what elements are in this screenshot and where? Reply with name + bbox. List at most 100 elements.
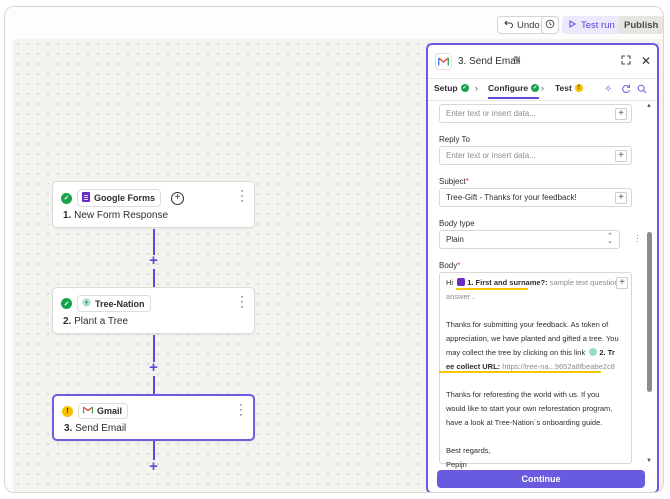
gmail-icon: [435, 53, 452, 70]
scrollbar-thumb[interactable]: [647, 232, 652, 392]
data-pill-value: sample text question: [549, 278, 619, 287]
body-field[interactable]: Hi 1. First and surname?: sample text qu…: [439, 272, 632, 469]
workflow-step-gmail[interactable]: ! Gmail 3. Send Email · · ·: [52, 394, 255, 441]
data-pill-label[interactable]: 1. First and surname?:: [467, 278, 547, 287]
data-pill-value-cont: answer: [446, 292, 471, 301]
panel-tabs: Setup ✓ › Configure ✓ › Test ! ✧: [428, 79, 657, 101]
scroll-up-arrow[interactable]: ▲: [646, 103, 652, 109]
scroll-down-arrow[interactable]: ▼: [646, 458, 652, 464]
check-icon: ✓: [531, 84, 540, 92]
google-forms-icon: [457, 278, 466, 286]
publish-button[interactable]: Publish: [618, 16, 663, 34]
tab-label: Test: [555, 83, 572, 93]
connector-line: [153, 269, 155, 287]
pencil-icon[interactable]: ✎: [513, 55, 521, 66]
add-step-button[interactable]: +: [147, 253, 160, 268]
body-line: would like to start your own reforestati…: [446, 404, 613, 413]
field-placeholder: Enter text or insert data...: [446, 151, 536, 160]
body-line: have a look at Tree-Nation´s onboarding …: [446, 418, 603, 427]
workflow-step-google-forms[interactable]: ✓ Google Forms + 1. New Form Response · ·…: [52, 181, 255, 228]
warning-icon: !: [574, 84, 583, 92]
more-icon[interactable]: · · ·: [240, 290, 244, 312]
tab-label: Setup: [434, 83, 458, 93]
body-line: may collect the tree by clicking on this…: [446, 348, 586, 357]
connector-line: [153, 335, 155, 362]
app-chip: Google Forms: [77, 189, 162, 207]
body-line: Best regards,: [446, 446, 491, 455]
app-name: Gmail: [97, 406, 123, 416]
tab-configure[interactable]: Configure ✓: [488, 83, 540, 99]
google-forms-icon: [82, 192, 90, 204]
body-type-select[interactable]: Plain ⌃ ⌄: [439, 230, 620, 249]
plus-icon[interactable]: +: [171, 191, 185, 205]
body-type-label: Body type: [439, 219, 475, 228]
subject-label-text: Subject: [439, 177, 466, 186]
highlight-underline: [456, 288, 528, 290]
subject-label: Subject*: [439, 177, 469, 186]
body-type-value: Plain: [446, 235, 464, 244]
tree-nation-icon: [589, 348, 598, 356]
app-chip: Tree-Nation: [77, 295, 151, 312]
tree-nation-icon: [82, 298, 91, 309]
plus-icon[interactable]: +: [616, 277, 628, 289]
publish-label: Publish: [624, 19, 659, 31]
tab-test[interactable]: Test !: [555, 83, 583, 93]
step-name: New Form Response: [74, 210, 169, 221]
more-icon[interactable]: · · ·: [239, 398, 243, 420]
add-step-button[interactable]: +: [147, 459, 160, 474]
tab-setup[interactable]: Setup ✓: [434, 83, 469, 93]
sparkle-icon[interactable]: ✧: [604, 84, 612, 95]
highlight-underline: [439, 371, 601, 373]
test-run-label: Test run: [581, 19, 615, 31]
step-number: 2.: [63, 316, 72, 327]
panel-title: 3. Send Email: [458, 56, 521, 67]
plus-icon[interactable]: +: [615, 108, 627, 120]
panel-body: Enter text or insert data... + Reply To …: [428, 102, 657, 492]
email-field[interactable]: Enter text or insert data... +: [439, 104, 632, 123]
body-greeting: Hi: [446, 278, 454, 287]
test-run-button[interactable]: Test run: [562, 16, 622, 34]
tab-label: Configure: [488, 83, 529, 93]
app-name: Google Forms: [94, 193, 156, 203]
select-arrows-icon: ⌃ ⌄: [607, 233, 613, 245]
body-label: Body*: [439, 261, 461, 270]
chevron-right-icon: ›: [541, 83, 544, 93]
refresh-icon[interactable]: [621, 84, 631, 97]
more-icon[interactable]: · · ·: [240, 184, 244, 206]
subject-value: Tree-Gift - Thanks for your feedback!: [446, 193, 577, 202]
search-icon[interactable]: [637, 84, 647, 97]
step-title: 3. Send Email: [64, 423, 126, 434]
data-pill-label[interactable]: 2. Tr: [599, 348, 614, 357]
undo-icon: [504, 20, 513, 31]
history-button[interactable]: [541, 16, 559, 34]
gmail-icon: [82, 406, 94, 416]
field-placeholder: Enter text or insert data...: [446, 109, 536, 118]
expand-icon[interactable]: [621, 55, 631, 68]
app-chip: Gmail: [78, 403, 129, 419]
data-pill-value: https://tree-na...9652a8fbeabe2c8: [502, 362, 615, 371]
step-number: 3.: [64, 423, 73, 434]
step-name: Plant a Tree: [74, 316, 129, 327]
check-icon: ✓: [460, 84, 469, 92]
close-icon[interactable]: ✕: [641, 54, 651, 68]
step-title: 2. Plant a Tree: [63, 316, 128, 327]
app-name: Tree-Nation: [95, 298, 145, 309]
step-title: 1. New Form Response: [63, 210, 168, 221]
check-icon: ✓: [61, 298, 72, 309]
workflow-step-tree-nation[interactable]: ✓ Tree-Nation 2. Plant a Tree · · ·: [52, 287, 255, 334]
warning-icon: !: [62, 405, 73, 417]
step-name: Send Email: [75, 423, 127, 434]
more-icon[interactable]: · · ·: [636, 232, 639, 246]
data-pill-label-cont[interactable]: ee collect URL:: [446, 362, 500, 371]
check-icon: ✓: [61, 192, 72, 204]
plus-icon[interactable]: +: [615, 150, 627, 162]
continue-button[interactable]: Continue: [437, 470, 645, 488]
body-line: Thanks for submitting your feedback. As …: [446, 320, 609, 329]
add-step-button[interactable]: +: [147, 360, 160, 375]
subject-field[interactable]: Tree-Gift - Thanks for your feedback! +: [439, 188, 632, 207]
reply-to-field[interactable]: Enter text or insert data... +: [439, 146, 632, 165]
reply-to-label: Reply To: [439, 135, 470, 144]
body-line: appreciation, we have planted and gifted…: [446, 334, 619, 343]
plus-icon[interactable]: +: [615, 192, 627, 204]
play-icon: [569, 19, 576, 31]
